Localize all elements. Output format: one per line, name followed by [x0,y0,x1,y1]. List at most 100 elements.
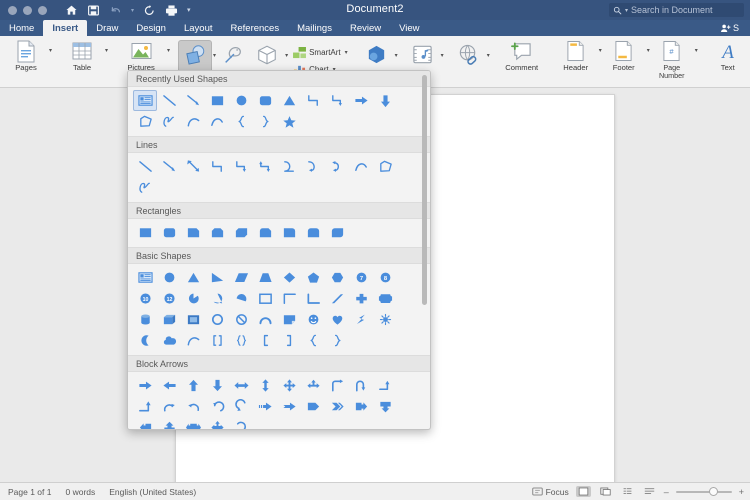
shape-line[interactable] [133,156,157,177]
table-button[interactable]: Table [60,36,104,86]
shape-smiley-face[interactable] [301,309,325,330]
shape-curved-connector[interactable] [277,156,301,177]
shape-up-arrow[interactable] [181,375,205,396]
shapes-gallery-scroll-area[interactable]: Recently Used Shapes Lines Rectangles Basic… [128,71,430,429]
shape-left-arrow[interactable] [157,375,181,396]
shape-block-arc[interactable] [253,309,277,330]
shape-scribble[interactable] [157,111,181,132]
shape-elbow-arrow-connector[interactable] [229,156,253,177]
shape-pie[interactable] [181,288,205,309]
focus-button[interactable]: Focus [531,487,569,497]
shape-line-double-arrow[interactable] [181,156,205,177]
shapes-gallery-scrollbar[interactable] [422,75,427,415]
shape-left-right-arrow-callout[interactable] [181,417,205,429]
shape-pentagon-arrow[interactable] [301,396,325,417]
share-button[interactable]: S [720,20,748,36]
shape-rounded-rectangle[interactable] [253,90,277,111]
smartart-caret-icon[interactable]: ▾ [345,49,348,56]
shape-heart[interactable] [325,309,349,330]
shape-heptagon[interactable]: 7 [349,267,373,288]
link-button[interactable] [452,40,486,74]
add-ins-caret-icon[interactable]: ▾ [395,52,398,59]
shape-star-5-point[interactable] [277,111,301,132]
shape-parallelogram[interactable] [229,267,253,288]
shape-trapezoid[interactable] [253,267,277,288]
print-layout-view-button[interactable] [575,486,591,497]
shape-oval[interactable] [229,90,253,111]
shape-right-triangle[interactable] [205,267,229,288]
shape-round-same-side-corner[interactable] [301,222,325,243]
shape-left-brace[interactable] [229,111,253,132]
shape-text-box[interactable] [133,267,157,288]
shape-chord[interactable] [229,288,253,309]
shape-down-arrow[interactable] [373,90,397,111]
link-caret-icon[interactable]: ▾ [487,52,490,59]
zoom-out-button[interactable]: – [664,487,669,497]
table-caret-icon[interactable]: ▾ [105,47,108,54]
shape-snip-and-round-single-corner[interactable] [253,222,277,243]
text-box-button[interactable]: A Text [706,36,750,86]
shape-cross[interactable] [349,288,373,309]
shape-curved-down-arrow[interactable] [229,396,253,417]
shape-down-arrow[interactable] [205,375,229,396]
shape-up-arrow-callout[interactable] [157,417,181,429]
shape-octagon[interactable]: 8 [373,267,397,288]
shape-lightning-bolt[interactable] [349,309,373,330]
shape-bent-arrow[interactable] [325,375,349,396]
icons-button[interactable] [216,40,250,74]
shape-regular-pentagon[interactable] [373,288,397,309]
shape-right-brace[interactable] [253,111,277,132]
shape-hexagon[interactable] [325,267,349,288]
shape-snip-same-side-corner-rectangle[interactable] [205,222,229,243]
shape-striped-right-arrow[interactable] [253,396,277,417]
shape-right-bracket[interactable] [277,330,301,351]
shape-round-diagonal-corner[interactable] [325,222,349,243]
shape-curved-up-arrow[interactable] [205,396,229,417]
pages-caret-icon[interactable]: ▾ [49,47,52,54]
page-number-caret-icon[interactable]: ▾ [695,47,698,54]
shape-curved-left-arrow[interactable] [181,396,205,417]
shape-curve[interactable] [349,156,373,177]
shape-line[interactable] [157,90,181,111]
shape-donut[interactable] [205,309,229,330]
shape-double-brace[interactable] [229,330,253,351]
shape-elbow-arrow-connector[interactable] [325,90,349,111]
shape-right-brace[interactable] [325,330,349,351]
search-input[interactable]: ▾ Search in Document [609,3,744,17]
shape-scribble[interactable] [133,177,157,198]
shape-frame[interactable] [253,288,277,309]
tab-review[interactable]: Review [341,20,390,36]
shape-up-down-arrow[interactable] [253,375,277,396]
shape-can[interactable] [133,309,157,330]
shape-chevron[interactable] [325,396,349,417]
pictures-caret-icon[interactable]: ▾ [167,47,170,54]
web-layout-view-button[interactable] [598,486,613,497]
shape-elbow-double-arrow[interactable] [253,156,277,177]
shape-l-shape[interactable] [301,288,325,309]
shape-freeform[interactable] [133,111,157,132]
shape-curved-double-arrow[interactable] [325,156,349,177]
scrollbar-thumb[interactable] [422,75,427,305]
shape-right-arrow[interactable] [133,375,157,396]
shape-left-right-arrow[interactable] [229,375,253,396]
tab-design[interactable]: Design [127,20,175,36]
page-number-button[interactable]: # Page Number [650,36,694,86]
tab-references[interactable]: References [222,20,289,36]
draft-view-button[interactable] [642,486,657,497]
tab-view[interactable]: View [390,20,428,36]
shape-snip-diagonal-corner-rectangle[interactable] [229,222,253,243]
shape-isosceles-triangle[interactable] [277,90,301,111]
shape-dodecagon[interactable]: 12 [157,288,181,309]
shape-no-symbol[interactable] [229,309,253,330]
3d-model-button[interactable] [250,40,284,74]
shape-arc[interactable] [181,111,205,132]
zoom-slider-handle[interactable] [708,487,718,496]
search-scope-caret-icon[interactable]: ▾ [625,7,628,14]
shape-text-box[interactable] [133,90,157,111]
shape-half-frame[interactable] [277,288,301,309]
shape-folded-corner[interactable] [277,309,301,330]
shape-left-arrow-callout[interactable] [133,417,157,429]
shape-line-arrow[interactable] [157,156,181,177]
media-caret-icon[interactable]: ▾ [441,52,444,59]
shape-oval[interactable] [157,267,181,288]
